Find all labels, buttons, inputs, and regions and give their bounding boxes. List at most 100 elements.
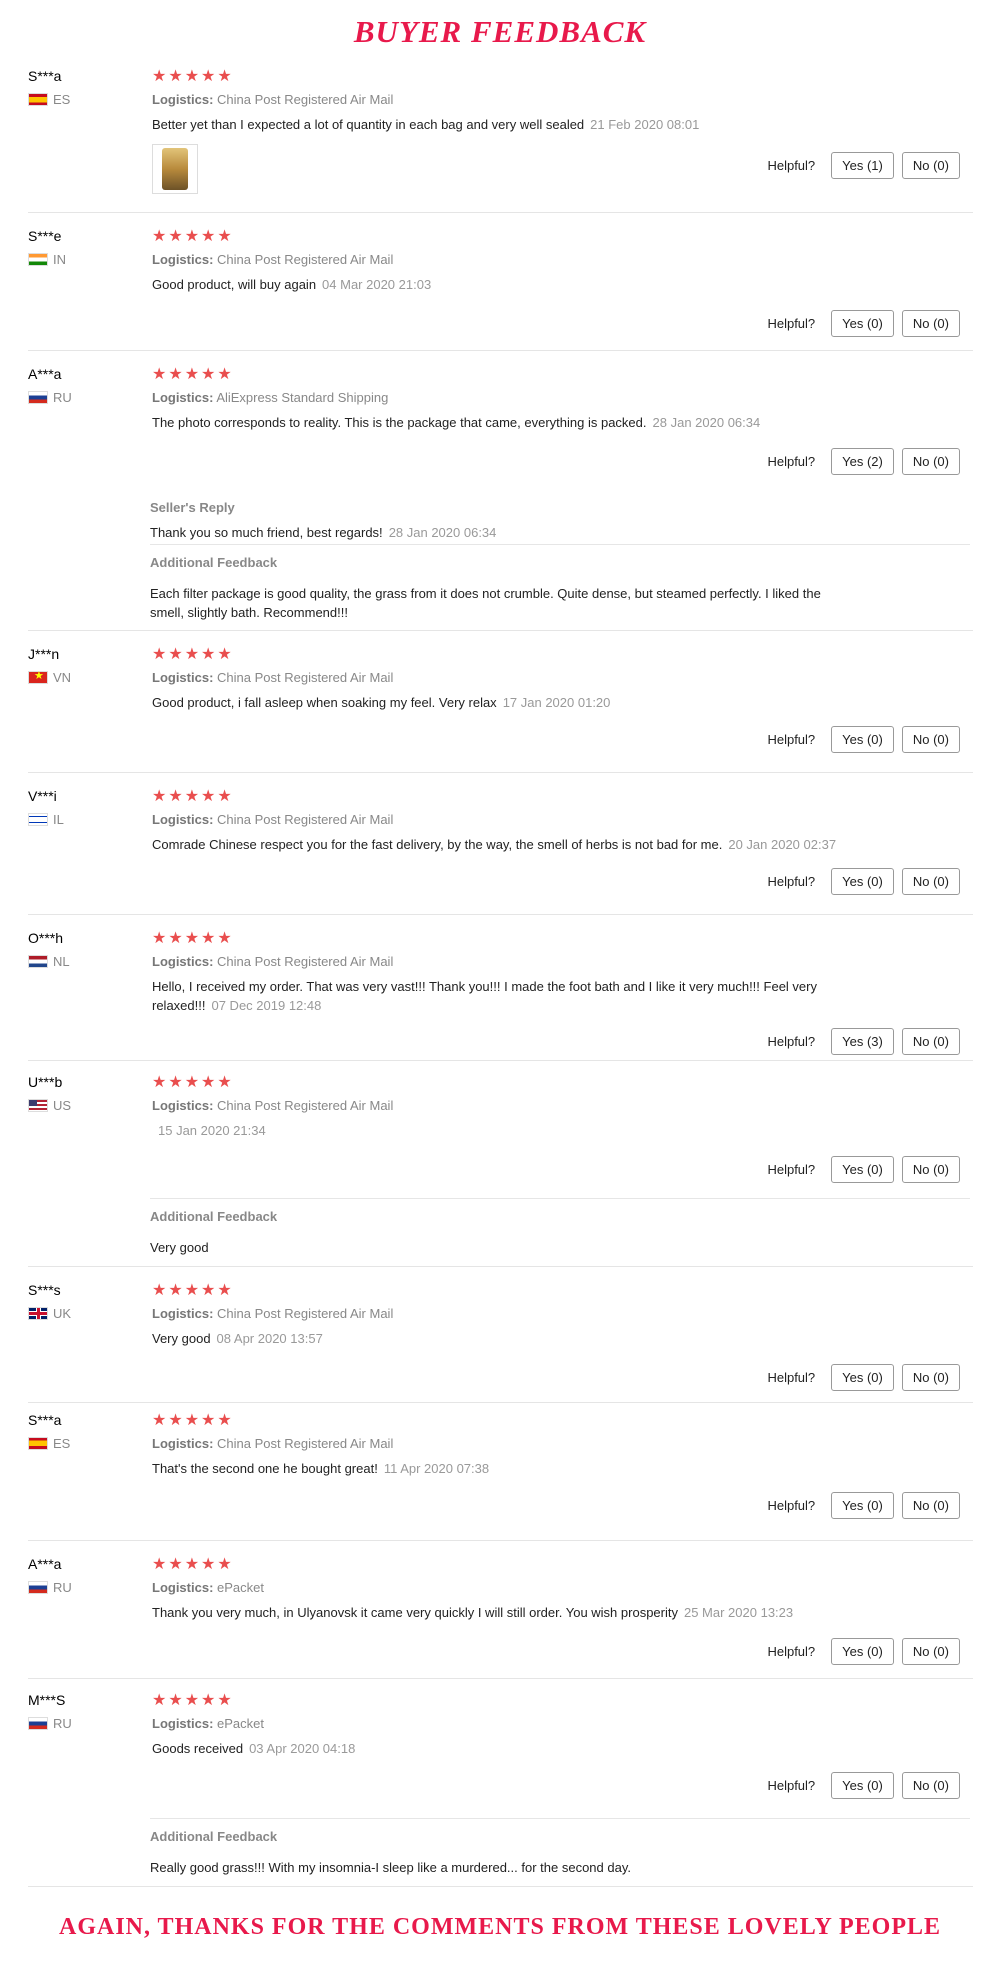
review-date: 04 Mar 2020 21:03	[322, 277, 432, 292]
country-code: US	[53, 1098, 72, 1113]
divider	[28, 914, 973, 915]
flag-vn-icon	[28, 669, 48, 684]
divider	[28, 1678, 973, 1679]
logistics-label: Logistics:	[152, 252, 214, 267]
helpful-yes-button[interactable]: Yes (0)	[831, 310, 894, 337]
reviewer-name: S***a	[28, 68, 62, 84]
star-rating: ★★★★★	[152, 228, 234, 245]
reviewer-name: V***i	[28, 788, 57, 804]
logistics-label: Logistics:	[152, 812, 214, 827]
helpful-no-button[interactable]: No (0)	[901, 1156, 960, 1183]
country-code: RU	[53, 1580, 72, 1595]
product-photo-icon	[162, 148, 188, 190]
helpful-vote: Helpful? Yes (0) No (0)	[767, 726, 960, 753]
helpful-no-button[interactable]: No (0)	[901, 1364, 960, 1391]
seller-reply-body: Thank you so much friend, best regards! 2…	[150, 523, 840, 542]
helpful-no-button[interactable]: No (0)	[901, 868, 960, 895]
helpful-yes-button[interactable]: Yes (0)	[831, 1772, 894, 1799]
reviewer-name: S***a	[28, 1412, 62, 1428]
helpful-label: Helpful?	[767, 316, 816, 331]
reviewer-country: US	[28, 1098, 71, 1113]
review-date: 07 Dec 2019 12:48	[211, 998, 322, 1013]
reviewer-name: S***e	[28, 228, 62, 244]
divider	[28, 772, 973, 773]
additional-feedback: Additional Feedback Each filter package …	[150, 544, 970, 622]
logistics-method: China Post Registered Air Mail	[217, 1098, 394, 1113]
helpful-label: Helpful?	[767, 158, 816, 173]
helpful-no-button[interactable]: No (0)	[901, 1492, 960, 1519]
star-rating: ★★★★★	[152, 788, 234, 805]
additional-feedback-title: Additional Feedback	[150, 555, 278, 570]
logistics-info: Logistics: China Post Registered Air Mai…	[152, 1306, 852, 1321]
review-comment: Good product, i fall asleep when soaking…	[152, 693, 852, 712]
comment-text: Good product, will buy again	[152, 277, 317, 292]
helpful-yes-button[interactable]: Yes (0)	[831, 1156, 894, 1183]
reviewer-country: IL	[28, 812, 64, 827]
divider	[28, 1060, 973, 1061]
country-code: VN	[53, 670, 72, 685]
helpful-label: Helpful?	[767, 1778, 816, 1793]
country-code: ES	[53, 1436, 71, 1451]
helpful-no-button[interactable]: No (0)	[901, 1638, 960, 1665]
country-code: RU	[53, 1716, 72, 1731]
logistics-label: Logistics:	[152, 390, 214, 405]
divider	[28, 1266, 973, 1267]
reviewer-country: NL	[28, 954, 70, 969]
helpful-no-button[interactable]: No (0)	[901, 1028, 960, 1055]
review-comment: The photo corresponds to reality. This i…	[152, 413, 852, 432]
additional-feedback: Additional Feedback Really good grass!!!…	[150, 1818, 970, 1877]
star-rating: ★★★★★	[152, 646, 234, 663]
reviewer-name: A***a	[28, 366, 62, 382]
review-comment: 15 Jan 2020 21:34	[152, 1121, 852, 1140]
helpful-vote: Helpful? Yes (0) No (0)	[767, 1364, 960, 1391]
helpful-vote: Helpful? Yes (1) No (0)	[767, 152, 960, 179]
helpful-no-button[interactable]: No (0)	[901, 448, 960, 475]
review-comment: Goods received 03 Apr 2020 04:18	[152, 1739, 852, 1758]
comment-text: The photo corresponds to reality. This i…	[152, 415, 647, 430]
footer-banner: AGAIN, THANKS FOR THE COMMENTS FROM THES…	[58, 1914, 942, 1940]
country-code: ES	[53, 92, 71, 107]
divider	[28, 1540, 973, 1541]
helpful-yes-button[interactable]: Yes (0)	[831, 1364, 894, 1391]
review-date: 15 Jan 2020 21:34	[158, 1123, 266, 1138]
country-code: RU	[53, 390, 72, 405]
reviewer-country: RU	[28, 1580, 72, 1595]
logistics-label: Logistics:	[152, 1436, 214, 1451]
helpful-label: Helpful?	[767, 874, 816, 889]
helpful-vote: Helpful? Yes (0) No (0)	[767, 868, 960, 895]
logistics-info: Logistics: China Post Registered Air Mai…	[152, 1436, 852, 1451]
helpful-vote: Helpful? Yes (0) No (0)	[767, 1638, 960, 1665]
review-date: 08 Apr 2020 13:57	[216, 1331, 323, 1346]
reviewer-name: O***h	[28, 930, 64, 946]
review-date: 20 Jan 2020 02:37	[728, 837, 837, 852]
logistics-method: China Post Registered Air Mail	[217, 954, 394, 969]
helpful-yes-button[interactable]: Yes (0)	[831, 1492, 894, 1519]
reviewer-name: U***b	[28, 1074, 63, 1090]
helpful-yes-button[interactable]: Yes (3)	[831, 1028, 894, 1055]
helpful-yes-button[interactable]: Yes (0)	[831, 868, 894, 895]
star-rating: ★★★★★	[152, 1556, 234, 1573]
helpful-yes-button[interactable]: Yes (2)	[831, 448, 894, 475]
logistics-method: ePacket	[217, 1716, 265, 1731]
helpful-label: Helpful?	[767, 1162, 816, 1177]
star-rating: ★★★★★	[152, 930, 234, 947]
helpful-no-button[interactable]: No (0)	[901, 152, 960, 179]
seller-reply-title: Seller's Reply	[150, 500, 235, 515]
country-code: NL	[53, 954, 70, 969]
helpful-yes-button[interactable]: Yes (0)	[831, 1638, 894, 1665]
flag-ru-icon	[28, 1581, 48, 1594]
helpful-no-button[interactable]: No (0)	[901, 310, 960, 337]
helpful-no-button[interactable]: No (0)	[901, 1772, 960, 1799]
flag-in-icon	[28, 253, 48, 266]
helpful-yes-button[interactable]: Yes (0)	[831, 726, 894, 753]
review-comment: Better yet than I expected a lot of quan…	[152, 115, 852, 134]
logistics-info: Logistics: China Post Registered Air Mai…	[152, 670, 852, 685]
helpful-yes-button[interactable]: Yes (1)	[831, 152, 894, 179]
review-photo-thumbnail[interactable]	[152, 144, 198, 194]
comment-text: Thank you very much, in Ulyanovsk it cam…	[152, 1605, 678, 1620]
divider	[28, 1886, 973, 1887]
logistics-label: Logistics:	[152, 1716, 214, 1731]
flag-il-icon	[28, 813, 48, 826]
helpful-vote: Helpful? Yes (3) No (0)	[767, 1028, 960, 1055]
helpful-no-button[interactable]: No (0)	[901, 726, 960, 753]
